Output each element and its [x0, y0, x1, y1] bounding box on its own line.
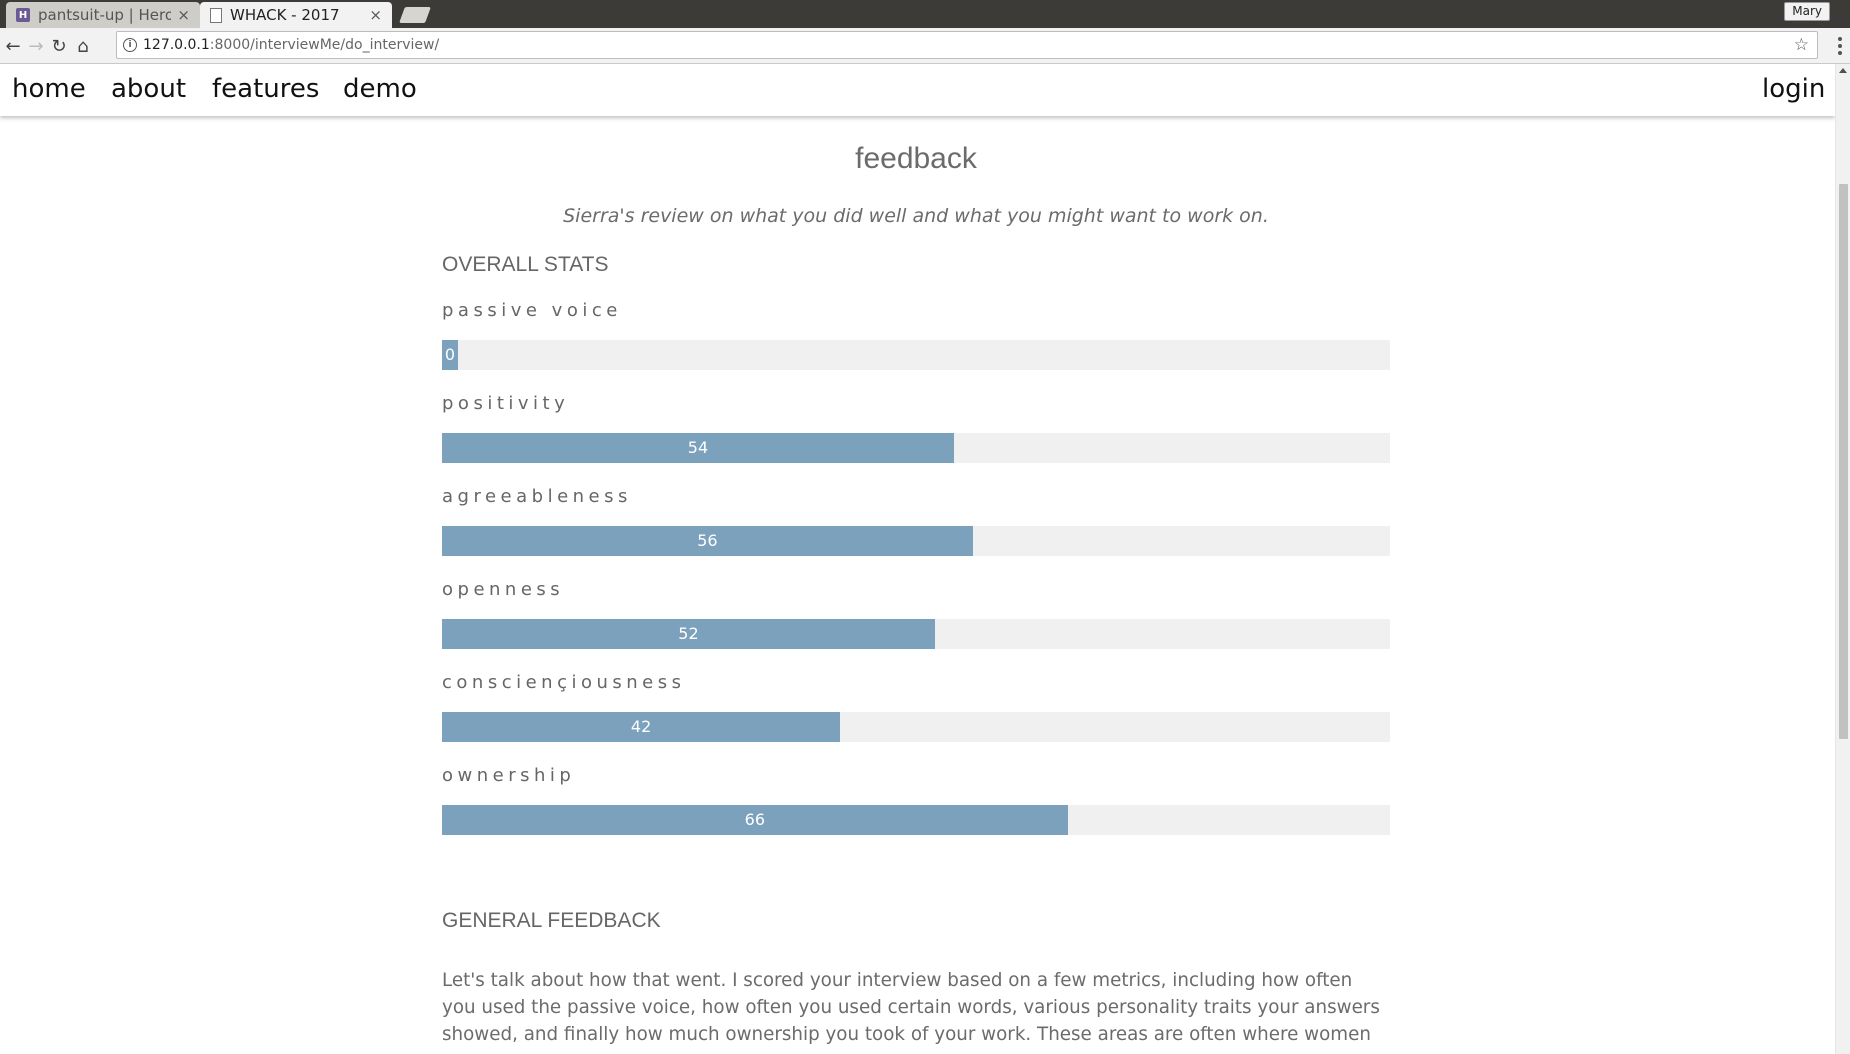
nav-demo-link[interactable]: demo	[343, 74, 417, 104]
scrollbar-thumb[interactable]	[1839, 184, 1848, 739]
stat-label: positivity	[442, 393, 570, 414]
progress-track: 56	[442, 526, 1390, 556]
browser-tab-heroku[interactable]: H pantsuit-up | Herok ×	[6, 2, 200, 28]
nav-features-link[interactable]: features	[212, 74, 319, 104]
stat-label: agreeableness	[442, 486, 632, 507]
stat-passive-voice: passive voice 0	[442, 300, 1390, 370]
url-text: 127.0.0.1:8000/interviewMe/do_interview/	[143, 37, 440, 53]
profile-button[interactable]: Mary	[1784, 2, 1830, 21]
info-icon[interactable]: i	[123, 38, 137, 52]
stat-label: passive voice	[442, 300, 622, 321]
overall-stats-heading: OVERALL STATS	[442, 253, 609, 276]
browser-toolbar: ← → ↻ ⌂ i 127.0.0.1:8000/interviewMe/do_…	[0, 28, 1850, 64]
heroku-favicon-icon: H	[16, 8, 30, 22]
bookmark-star-icon[interactable]: ☆	[1794, 32, 1809, 58]
progress-track: 42	[442, 712, 1390, 742]
stat-label: openness	[442, 579, 565, 600]
progress-track: 66	[442, 805, 1390, 835]
stat-openness: openness 52	[442, 579, 1390, 649]
progress-track: 52	[442, 619, 1390, 649]
new-tab-button[interactable]	[399, 7, 431, 23]
tab-label: WHACK - 2017	[230, 6, 340, 24]
browser-tab-whack[interactable]: WHACK - 2017 ×	[200, 2, 392, 28]
general-feedback-heading: GENERAL FEEDBACK	[442, 909, 661, 932]
progress-bar: 56	[442, 526, 973, 556]
stat-conscienciousness: consciençiousness 42	[442, 672, 1390, 742]
stat-ownership: ownership 66	[442, 765, 1390, 835]
stat-label: ownership	[442, 765, 576, 786]
tab-close-icon[interactable]: ×	[369, 6, 382, 24]
progress-track: 0	[442, 340, 1390, 370]
home-icon[interactable]: ⌂	[71, 34, 95, 58]
page-viewport: home about features demo login feedback …	[0, 64, 1850, 1054]
page-scrollbar[interactable]	[1835, 64, 1850, 1054]
progress-bar: 54	[442, 433, 954, 463]
general-feedback-text: Let's talk about how that went. I scored…	[442, 970, 1380, 1045]
tab-label: pantsuit-up | Herok	[38, 6, 172, 24]
scroll-up-arrow-icon[interactable]	[1839, 68, 1847, 73]
tab-close-icon[interactable]: ×	[177, 6, 190, 24]
browser-menu-icon[interactable]	[1838, 37, 1842, 55]
page-favicon-icon	[210, 7, 222, 23]
address-bar[interactable]: i 127.0.0.1:8000/interviewMe/do_intervie…	[116, 31, 1818, 59]
progress-track: 54	[442, 433, 1390, 463]
stat-agreeableness: agreeableness 56	[442, 486, 1390, 556]
page-subtitle: Sierra's review on what you did well and…	[563, 205, 1269, 227]
progress-bar: 66	[442, 805, 1068, 835]
forward-arrow-icon[interactable]: →	[24, 34, 48, 58]
nav-home-link[interactable]: home	[12, 74, 86, 104]
back-arrow-icon[interactable]: ←	[1, 34, 25, 58]
browser-tabstrip: H pantsuit-up | Herok × WHACK - 2017 × M…	[0, 0, 1850, 28]
progress-bar: 52	[442, 619, 935, 649]
nav-about-link[interactable]: about	[111, 74, 186, 104]
nav-login-link[interactable]: login	[1762, 74, 1825, 104]
reload-icon[interactable]: ↻	[47, 34, 71, 58]
stat-label: consciençiousness	[442, 672, 686, 693]
site-navbar: home about features demo login	[0, 64, 1835, 116]
stat-positivity: positivity 54	[442, 393, 1390, 463]
page-title: feedback	[855, 142, 977, 175]
progress-bar: 42	[442, 712, 841, 742]
progress-bar: 0	[442, 340, 458, 370]
